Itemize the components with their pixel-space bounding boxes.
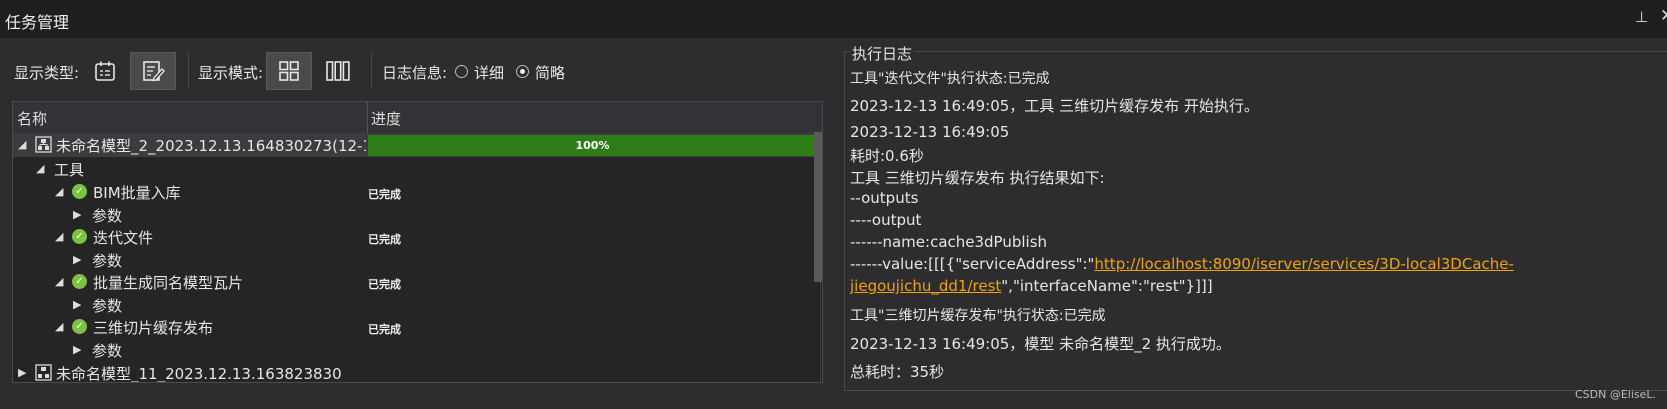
progress-bar: 100% [368,135,817,156]
tree-row-params[interactable]: ▶ 参数 [13,338,822,362]
log-line: 工具"迭代文件"执行状态:已完成 [850,71,1050,87]
task-tree: 名称 进度 ◢ 未命名模型_2_2023.12.13.164830273(12-… [12,101,823,383]
edit-document-icon [143,61,165,82]
tree-row-tool[interactable]: ◢ ✓ 迭代文件 已完成 [13,225,822,249]
expand-icon[interactable]: ▶ [73,208,81,221]
log-line: 2023-12-13 16:49:05 [850,123,1010,141]
params-label: 参数 [92,297,123,315]
log-line: ------name:cache3dPublish [850,233,1048,251]
window-title: 任务管理 [5,13,70,32]
collapse-icon[interactable]: ◢ [18,138,26,151]
columns-icon [326,61,350,81]
tree-row-tool[interactable]: ◢ ✓ 三维切片缓存发布 已完成 [13,315,822,339]
log-title: 执行日志 [850,43,915,64]
log-line: --outputs [850,189,919,207]
tree-row-tool[interactable]: ◢ ✓ 批量生成同名模型瓦片 已完成 [13,270,822,294]
tool-label: 三维切片缓存发布 [93,319,214,337]
params-label: 参数 [92,207,123,225]
grid-icon [279,61,299,81]
log-value-prefix: ------value:[[[{"serviceAddress":" [850,255,1095,273]
log-line: 工具 三维切片缓存发布 执行结果如下: [850,169,1105,187]
check-icon: ✓ [72,319,87,334]
check-icon: ✓ [72,184,87,199]
log-line: 2023-12-13 16:49:05，工具 三维切片缓存发布 开始执行。 [850,97,1259,115]
log-value-suffix: ","interfaceName":"rest"}]]] [1001,277,1213,295]
tool-status: 已完成 [368,233,401,246]
group-label: 工具 [54,161,85,179]
watermark: CSDN @EliseL. [1575,388,1657,401]
collapse-icon[interactable]: ◢ [55,185,63,198]
log-line: 2023-12-13 16:49:05，模型 未命名模型_2 执行成功。 [850,335,1231,353]
log-line: ----output [850,211,922,229]
column-header-name[interactable]: 名称 [17,108,47,129]
service-url-link[interactable]: jiegoujichu_dd1/rest [850,277,1001,295]
log-brief-radio[interactable] [516,65,529,78]
log-info-label: 日志信息: [382,64,448,82]
tree-row-params[interactable]: ▶ 参数 [13,203,822,227]
log-brief-label: 简略 [535,64,566,82]
collapse-icon[interactable]: ◢ [55,320,63,333]
display-type-label: 显示类型: [14,64,80,82]
tool-label: 迭代文件 [93,229,154,247]
tree-row-group[interactable]: ◢ 工具 [13,157,822,181]
close-icon[interactable]: ✕ [1660,6,1667,26]
log-line: 工具"三维切片缓存发布"执行状态:已完成 [850,308,1106,324]
root-label: 未命名模型_11_2023.12.13.163823830 [56,365,342,383]
tree-row-root[interactable]: ▶ 未命名模型_11_2023.12.13.163823830 [13,361,822,383]
collapse-icon[interactable]: ◢ [55,230,63,243]
collapse-icon[interactable]: ◢ [36,162,44,175]
tool-status: 已完成 [368,188,401,201]
expand-icon[interactable]: ▶ [73,343,81,356]
check-icon: ✓ [72,274,87,289]
toolbar-divider [371,53,372,89]
expand-icon[interactable]: ▶ [73,298,81,311]
display-type-calendar-button[interactable] [82,52,128,90]
log-detail-label: 详细 [474,64,505,82]
log-value-line: ------value:[[[{"serviceAddress":"http:/… [850,255,1514,273]
pin-icon[interactable]: ⊥ [1635,8,1648,26]
log-value-line: jiegoujichu_dd1/rest","interfaceName":"r… [850,277,1213,295]
scrollbar-thumb[interactable] [814,132,822,282]
service-url-link[interactable]: http://localhost:8090/iserver/services/3… [1094,255,1513,273]
tree-row-params[interactable]: ▶ 参数 [13,248,822,272]
tree-row-tool[interactable]: ◢ ✓ BIM批量入库 已完成 [13,180,822,204]
display-mode-grid-button[interactable] [266,52,312,90]
params-label: 参数 [92,342,123,360]
tool-label: BIM批量入库 [93,184,181,202]
tool-status: 已完成 [368,278,401,291]
toolbar-divider [188,53,189,89]
log-line: 耗时:0.6秒 [850,147,924,165]
model-icon [35,136,52,153]
tree-row-params[interactable]: ▶ 参数 [13,293,822,317]
tool-status: 已完成 [368,323,401,336]
tree-row-root[interactable]: ◢ 未命名模型_2_2023.12.13.164830273(12-13 100… [13,133,822,157]
check-icon: ✓ [72,229,87,244]
expand-icon[interactable]: ▶ [18,366,26,379]
progress-text: 100% [575,139,610,152]
log-line: 总耗时：35秒 [850,363,945,381]
root-label: 未命名模型_2_2023.12.13.164830273(12-13 [56,137,366,155]
expand-icon[interactable]: ▶ [73,253,81,266]
title-bar: 任务管理 ⊥ ✕ [0,0,1667,38]
column-header-progress[interactable]: 进度 [371,108,401,129]
params-label: 参数 [92,252,123,270]
display-mode-label: 显示模式: [198,64,264,82]
display-type-log-button[interactable] [130,52,176,90]
column-resize-handle[interactable] [367,102,368,133]
tree-header: 名称 进度 [13,102,822,134]
calendar-list-icon [95,61,115,81]
tool-label: 批量生成同名模型瓦片 [93,274,244,292]
display-mode-columns-button[interactable] [315,52,361,90]
collapse-icon[interactable]: ◢ [55,275,63,288]
model-icon [35,364,52,381]
log-detail-radio[interactable] [455,65,468,78]
